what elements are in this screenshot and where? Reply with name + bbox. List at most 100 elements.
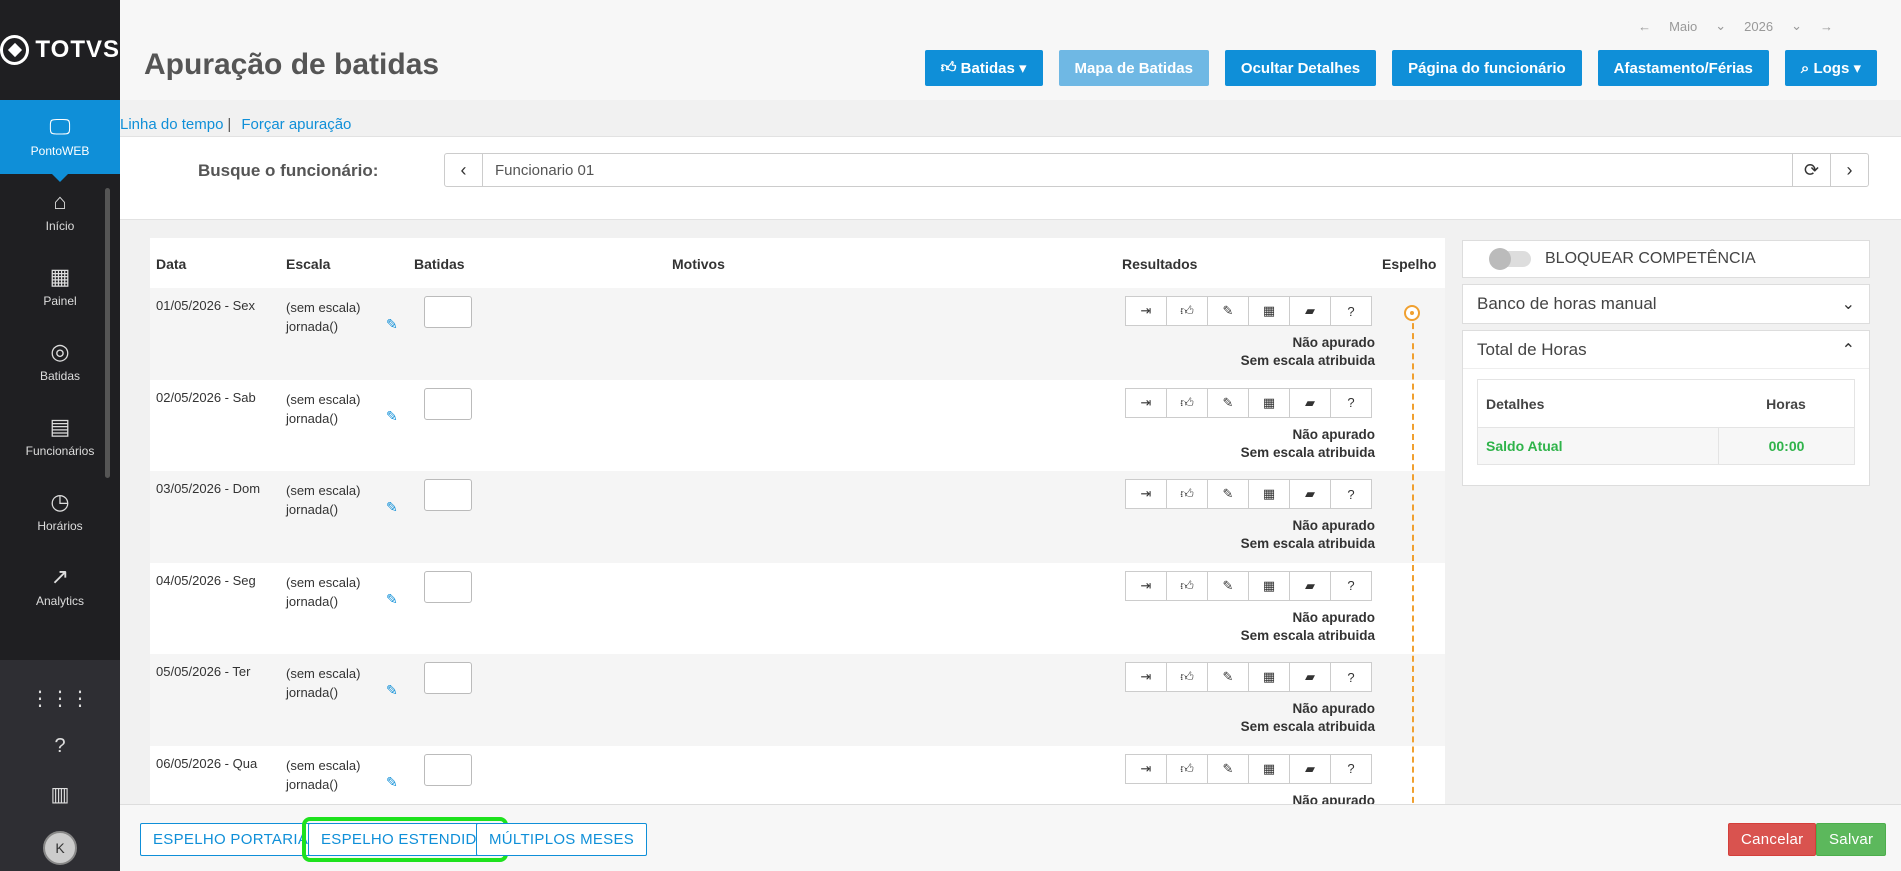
entry-icon[interactable]: ⇥ [1125, 479, 1167, 509]
next-month-icon[interactable]: → [1820, 19, 1833, 34]
edit-escala-icon[interactable]: ✎ [386, 591, 398, 608]
thumbs-up-icon[interactable]: 👍︎ [1166, 753, 1208, 784]
afastamento-ferias-button[interactable]: Afastamento/Férias [1597, 50, 1769, 86]
entry-icon[interactable]: ⇥ [1125, 387, 1167, 418]
comment-icon[interactable]: ▰ [1289, 570, 1331, 601]
batidas-input[interactable] [424, 753, 472, 786]
calendar-icon[interactable]: ▦ [1248, 570, 1290, 601]
help-icon[interactable]: ? [1330, 296, 1372, 326]
edit-escala-icon[interactable]: ✎ [386, 499, 398, 516]
ocultar-detalhes-button[interactable]: Ocultar Detalhes [1224, 50, 1377, 86]
mapa-de-batidas-button[interactable]: Mapa de Batidas [1058, 50, 1209, 86]
nav-item-pontoweb[interactable]: 🖵 PontoWEB [0, 100, 120, 182]
entry-icon[interactable]: ⇥ [1125, 570, 1167, 601]
save-button[interactable]: Salvar [1816, 823, 1887, 856]
batidas-input[interactable] [424, 479, 472, 511]
entry-icon[interactable]: ⇥ [1125, 296, 1167, 326]
pencil-icon[interactable]: ✎ [1207, 753, 1249, 784]
thumbs-up-icon[interactable]: 👍︎ [1166, 296, 1208, 326]
refresh-icon[interactable]: ⟳ [1792, 154, 1830, 186]
calendar-icon[interactable]: ▦ [1248, 662, 1290, 692]
multiplos-meses-button[interactable]: MÚLTIPLOS MESES [476, 823, 648, 856]
escala-value: (sem escala) [286, 300, 361, 315]
avatar[interactable]: K [43, 831, 77, 865]
edit-escala-icon[interactable]: ✎ [386, 774, 398, 791]
chevron-down-icon[interactable]: ⌄ [1791, 18, 1802, 34]
forcar-apuracao-link[interactable]: Forçar apuração [241, 116, 351, 133]
pencil-icon[interactable]: ✎ [1207, 662, 1249, 692]
edit-escala-icon[interactable]: ✎ [386, 316, 398, 333]
calendar-icon[interactable]: ▦ [1248, 479, 1290, 509]
pencil-icon[interactable]: ✎ [1207, 296, 1249, 326]
entry-icon[interactable]: ⇥ [1125, 662, 1167, 692]
comment-icon[interactable]: ▰ [1289, 479, 1331, 509]
espelho-timeline [1412, 313, 1414, 804]
nav-item-horarios[interactable]: ◷ Horários [0, 474, 120, 549]
comment-icon[interactable]: ▰ [1289, 387, 1331, 418]
prev-month-icon[interactable]: ← [1638, 19, 1651, 34]
pencil-icon[interactable]: ✎ [1207, 570, 1249, 601]
result-status: Não apurado [1292, 426, 1375, 442]
calendar-icon[interactable]: ▦ [1248, 753, 1290, 784]
escala-value: (sem escala) [286, 757, 361, 773]
logs-dropdown-button[interactable]: ⌕ Logs ▾ [1784, 50, 1877, 86]
thumbs-up-icon[interactable]: 👍︎ [1166, 479, 1208, 509]
table-row: 04/05/2026 - Seg (sem escala) jornada() ✎… [150, 563, 1445, 655]
help-icon[interactable]: ? [1330, 387, 1372, 418]
sidebar-scrollbar[interactable] [105, 188, 110, 478]
pagina-funcionario-button[interactable]: Página do funcionário [1392, 50, 1582, 86]
thumbs-up-icon[interactable]: 👍︎ [1166, 570, 1208, 601]
pencil-icon[interactable]: ✎ [1207, 479, 1249, 509]
thumbs-up-icon[interactable]: 👍︎ [1166, 662, 1208, 692]
comment-icon[interactable]: ▰ [1289, 753, 1331, 784]
batidas-input[interactable] [424, 662, 472, 694]
bloquear-label: BLOQUEAR COMPETÊNCIA [1545, 250, 1756, 267]
totvs-logo[interactable]: TOTVS [0, 0, 120, 100]
col-data: Data [156, 256, 187, 272]
comment-icon[interactable]: ▰ [1289, 662, 1331, 692]
thumbs-up-icon[interactable]: 👍︎ [1166, 387, 1208, 418]
nav-item-inicio[interactable]: ⌂ Início [0, 174, 120, 249]
nav-item-painel[interactable]: ▦ Painel [0, 249, 120, 324]
help-icon[interactable]: ? [54, 735, 65, 758]
month-select[interactable]: Maio [1669, 19, 1697, 34]
jornada-value: jornada() [286, 502, 339, 517]
comment-icon[interactable]: ▰ [1289, 296, 1331, 326]
pencil-icon[interactable]: ✎ [1207, 387, 1249, 418]
nav-item-funcionarios[interactable]: ▤ Funcionários [0, 399, 120, 474]
batidas-input[interactable] [424, 387, 472, 420]
espelho-estendido-button[interactable]: ESPELHO ESTENDIDO [302, 817, 508, 862]
sidebar-bottom: ⋮⋮⋮ ? ▥ K [0, 660, 120, 871]
calendar-icon[interactable]: ▦ [1248, 387, 1290, 418]
prev-employee-button[interactable]: ‹ [445, 154, 483, 186]
next-employee-button[interactable]: › [1830, 154, 1868, 186]
entry-icon[interactable]: ⇥ [1125, 753, 1167, 784]
calendar-icon[interactable]: ▦ [1248, 296, 1290, 326]
help-icon[interactable]: ? [1330, 753, 1372, 784]
nav-item-analytics[interactable]: ↗ Analytics [0, 549, 120, 624]
escala-value: (sem escala) [286, 574, 361, 590]
batidas-input[interactable] [424, 296, 472, 328]
chevron-down-icon[interactable]: ⌄ [1715, 18, 1726, 34]
year-select[interactable]: 2026 [1744, 19, 1773, 34]
chevron-up-icon[interactable]: ⌃ [1842, 340, 1855, 360]
employee-input[interactable]: Funcionario 01 [483, 154, 1792, 186]
espelho-portaria-button[interactable]: ESPELHO PORTARIA [140, 823, 322, 856]
help-icon[interactable]: ? [1330, 479, 1372, 509]
building-icon[interactable]: ▥ [51, 782, 70, 807]
employee-search: ‹ Funcionario 01 ⟳ › [444, 153, 1869, 187]
edit-escala-icon[interactable]: ✎ [386, 682, 398, 699]
batidas-input[interactable] [424, 570, 472, 603]
cancel-button[interactable]: Cancelar [1728, 823, 1817, 856]
bloquear-toggle[interactable] [1489, 248, 1531, 270]
help-icon[interactable]: ? [1330, 662, 1372, 692]
help-icon[interactable]: ? [1330, 570, 1372, 601]
edit-escala-icon[interactable]: ✎ [386, 408, 398, 425]
timeline-start-icon [1404, 305, 1420, 321]
batidas-dropdown-button[interactable]: 👍︎ Batidas ▾ [924, 50, 1043, 86]
apps-grid-icon[interactable]: ⋮⋮⋮ [30, 686, 90, 711]
linha-do-tempo-link[interactable]: Linha do tempo [120, 116, 223, 133]
nav-item-batidas[interactable]: ◎ Batidas [0, 324, 120, 399]
banco-horas-accordion[interactable]: Banco de horas manual ⌄ [1462, 284, 1870, 324]
chevron-down-icon[interactable]: ⌄ [1842, 294, 1855, 314]
